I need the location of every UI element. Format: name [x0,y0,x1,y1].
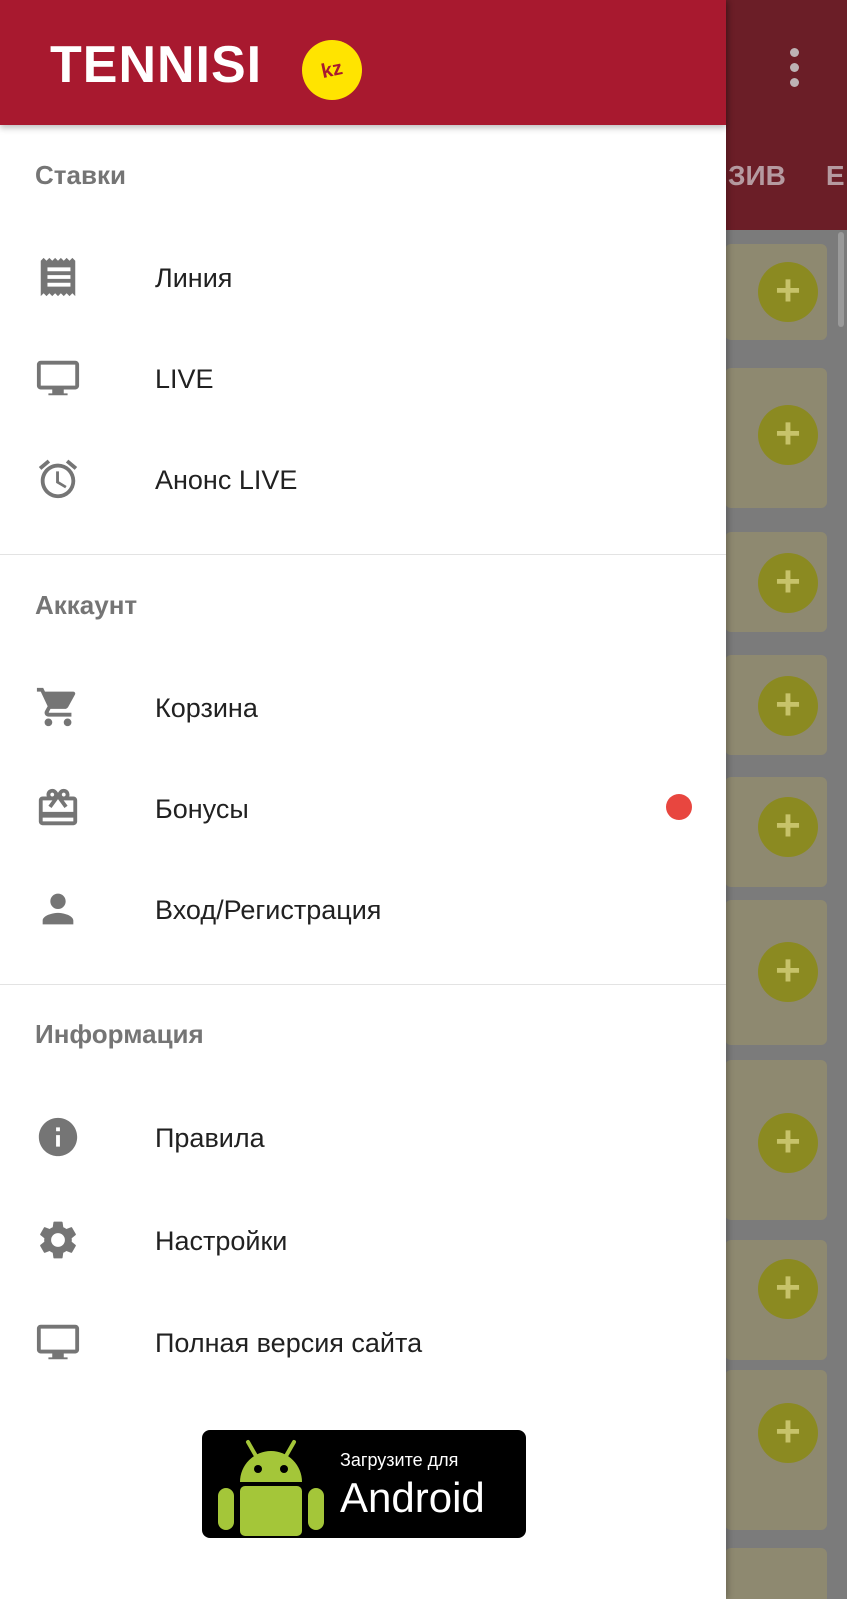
notification-badge [666,794,692,820]
add-icon: + [758,405,818,465]
menu-item-rules[interactable]: Правила [0,1087,726,1187]
add-icon: + [758,676,818,736]
background-scrollbar [838,232,844,327]
menu-item-label: Корзина [155,693,258,723]
background-tabs: ЗИВ Е [728,160,847,192]
add-icon: + [758,797,818,857]
monitor-icon [35,1319,81,1365]
background-card [725,1548,827,1599]
menu-item-label: Вход/Регистрация [155,895,382,925]
android-robot-icon [212,1436,330,1536]
background-tab: Е [825,160,845,191]
brand-logo-text: TENNISI [50,36,263,94]
drawer-header: TENNISI kz [0,0,726,125]
brand-logo-badge: kz [296,34,368,106]
menu-item-label: Линия [155,263,233,293]
monitor-icon [35,355,81,401]
section-title-account: Аккаунт [35,590,138,620]
alarm-clock-icon [35,456,81,502]
menu-item-label: Полная версия сайта [155,1328,423,1358]
section-divider [0,554,726,555]
add-icon: + [758,1113,818,1173]
menu-item-login-register[interactable]: Вход/Регистрация [0,859,726,959]
menu-item-settings[interactable]: Настройки [0,1190,726,1290]
add-icon: + [758,942,818,1002]
receipt-icon [35,254,81,300]
overflow-menu-icon [788,48,800,88]
add-icon: + [758,262,818,322]
menu-item-bonuses[interactable]: Бонусы [0,758,726,858]
android-badge-title: Android [340,1474,485,1521]
add-icon: + [758,1259,818,1319]
navigation-drawer: TENNISI kz Ставки Линия LIVE Анонс LIVE … [0,0,726,1599]
menu-item-label: Настройки [155,1226,288,1256]
person-icon [35,886,81,932]
menu-item-live-announce[interactable]: Анонс LIVE [0,429,726,529]
background-tab: ЗИВ [728,160,786,191]
menu-item-live[interactable]: LIVE [0,328,726,428]
android-badge-caption: Загрузите для [340,1450,459,1470]
gift-card-icon [35,785,81,831]
menu-item-line[interactable]: Линия [0,227,726,327]
gear-icon [35,1217,81,1263]
menu-item-full-site[interactable]: Полная версия сайта [0,1292,726,1392]
info-icon [35,1114,81,1160]
section-title-bets: Ставки [35,160,126,190]
add-icon: + [758,1403,818,1463]
android-download-button[interactable]: Загрузите для Android [202,1430,526,1538]
section-title-information: Информация [35,1019,204,1049]
menu-item-label: Анонс LIVE [155,465,298,495]
menu-item-cart[interactable]: Корзина [0,657,726,757]
add-icon: + [758,553,818,613]
section-divider [0,984,726,985]
cart-icon [35,684,81,730]
menu-item-label: LIVE [155,364,214,394]
menu-item-label: Бонусы [155,794,249,824]
menu-item-label: Правила [155,1123,265,1153]
